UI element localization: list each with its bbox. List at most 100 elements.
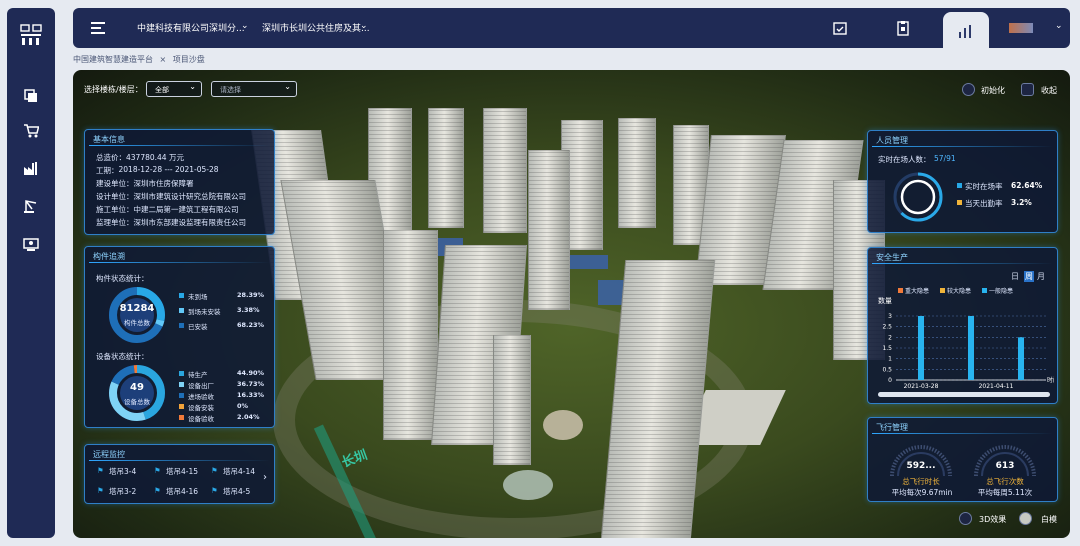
clipboard-icon[interactable] bbox=[895, 20, 911, 36]
crane-item[interactable]: 塔吊4-14 bbox=[223, 466, 255, 477]
x-axis-label: 时间 bbox=[1047, 376, 1054, 384]
building-select[interactable]: 全部 ⌄ bbox=[146, 81, 202, 97]
x-tick-label: 2021-03-28 bbox=[904, 383, 939, 390]
flight-count-avg: 平均每周5.11次 bbox=[977, 488, 1033, 497]
y-tick-label: 3 bbox=[888, 313, 892, 320]
y-tick-label: 1.5 bbox=[882, 345, 892, 352]
flight-count-value: 613 bbox=[995, 461, 1015, 471]
tower[interactable] bbox=[483, 108, 527, 233]
legend-name: 当天出勤率 bbox=[965, 199, 1003, 208]
tab-dashboard[interactable] bbox=[943, 12, 989, 50]
avatar[interactable] bbox=[1009, 23, 1033, 33]
divider bbox=[872, 433, 1053, 434]
collapse-icon[interactable] bbox=[1021, 83, 1034, 96]
remote-monitor-panel: 远程监控 ⚑ 塔吊3-4 ⚑ 塔吊4-15 ⚑ 塔吊4-14 ⚑ 塔吊3-2 ⚑ 塔吊4-16 ⚑ 塔… bbox=[84, 444, 275, 504]
crane-icon[interactable] bbox=[23, 198, 39, 214]
flag-icon: ⚑ bbox=[211, 486, 218, 495]
y-axis-label: 数量 bbox=[878, 296, 892, 305]
pond bbox=[503, 470, 553, 500]
bar[interactable] bbox=[968, 316, 974, 380]
chart-scrollbar[interactable] bbox=[878, 392, 1050, 397]
flag-icon: ⚑ bbox=[154, 466, 161, 475]
flag-icon: ⚑ bbox=[154, 486, 161, 495]
breadcrumb-close-icon[interactable]: × bbox=[160, 55, 167, 64]
tab-period[interactable]: 月 bbox=[1037, 271, 1045, 282]
next-arrow-icon[interactable]: › bbox=[263, 472, 267, 483]
project-sandbox-scene[interactable]: 长圳 选择楼栋/楼层： 全部 ⌄ 请选择 ⌄ 初始化 收起 3D效果 白模 基本… bbox=[73, 70, 1070, 538]
tower[interactable] bbox=[493, 335, 531, 465]
bar[interactable] bbox=[918, 316, 924, 380]
crane-item[interactable]: 塔吊4-5 bbox=[223, 486, 250, 497]
equipment-total-label: 设备总数 bbox=[124, 398, 150, 406]
legend-swatch bbox=[179, 415, 184, 420]
personnel-panel: 人员管理 实时在场人数： 57/91 实时在场率 62.64% 当天出勤率 3.2% bbox=[867, 130, 1058, 233]
info-key: 工期： bbox=[96, 166, 119, 175]
legend-name: 实时在场率 bbox=[965, 182, 1003, 191]
project-select[interactable]: 深圳市长圳公共住房及其... bbox=[262, 21, 370, 34]
tower[interactable] bbox=[428, 108, 464, 228]
floor-select[interactable]: 请选择 ⌄ bbox=[211, 81, 297, 97]
white-model-icon[interactable] bbox=[1019, 512, 1032, 525]
cart-icon[interactable] bbox=[23, 123, 39, 139]
crane-item[interactable]: 塔吊4-15 bbox=[166, 466, 198, 477]
onsite-label: 实时在场人数： bbox=[878, 155, 931, 164]
tab-period[interactable]: 周 bbox=[1024, 271, 1034, 282]
user-chevron-icon[interactable]: ⌄ bbox=[1055, 21, 1063, 31]
divider bbox=[89, 145, 270, 146]
project-chevron-icon[interactable]: ⌄ bbox=[360, 21, 368, 31]
legend-name: 已安装 bbox=[188, 323, 208, 331]
panel-title: 远程监控 bbox=[93, 450, 125, 459]
breadcrumb-current[interactable]: 项目沙盘 bbox=[173, 55, 205, 64]
init-button[interactable]: 初始化 bbox=[981, 85, 1005, 96]
company-select[interactable]: 中建科技有限公司深圳分... bbox=[137, 21, 245, 34]
flag-icon: ⚑ bbox=[97, 466, 104, 475]
info-key: 建设单位： bbox=[96, 179, 134, 188]
legend-swatch bbox=[179, 404, 184, 409]
info-value: 中建二局第一建筑工程有限公司 bbox=[133, 205, 239, 214]
component-total-label: 构件总数 bbox=[124, 319, 150, 327]
copy-icon[interactable] bbox=[23, 88, 39, 104]
chevron-down-icon: ⌄ bbox=[189, 82, 196, 91]
3d-effect-icon[interactable] bbox=[959, 512, 972, 525]
legend-pct: 28.39% bbox=[237, 291, 265, 299]
y-tick-label: 0 bbox=[888, 377, 892, 384]
info-value: 深圳市住房保障署 bbox=[133, 179, 194, 188]
floor-select-placeholder: 请选择 bbox=[220, 86, 241, 94]
white-model-button[interactable]: 白模 bbox=[1041, 514, 1057, 525]
collapse-button[interactable]: 收起 bbox=[1041, 85, 1057, 96]
info-value: 2018-12-28 --- 2021-05-28 bbox=[118, 165, 219, 174]
monitor-person-icon[interactable] bbox=[23, 236, 39, 252]
divider bbox=[872, 146, 1053, 147]
bar[interactable] bbox=[1018, 337, 1024, 380]
factory-icon[interactable] bbox=[23, 160, 39, 176]
breadcrumb: 中国建筑智慧建造平台 × 项目沙盘 bbox=[73, 54, 205, 65]
crane-item[interactable]: 塔吊3-4 bbox=[109, 466, 136, 477]
info-key: 总造价： bbox=[96, 153, 126, 162]
tab-period[interactable]: 日 bbox=[1011, 271, 1019, 282]
plaza bbox=[543, 410, 583, 440]
legend-swatch bbox=[179, 308, 184, 313]
y-tick-label: 2.5 bbox=[882, 324, 892, 331]
legend-swatch bbox=[179, 323, 184, 328]
crane-item[interactable]: 塔吊4-16 bbox=[166, 486, 198, 497]
init-icon[interactable] bbox=[962, 83, 975, 96]
chart-icon bbox=[959, 25, 971, 38]
legend-swatch bbox=[179, 393, 184, 398]
flight-count-gauge bbox=[974, 445, 1036, 477]
crane-item[interactable]: 塔吊3-2 bbox=[109, 486, 136, 497]
tower[interactable] bbox=[618, 118, 656, 228]
chevron-down-icon: ⌄ bbox=[284, 82, 291, 91]
info-key: 监理单位： bbox=[96, 218, 134, 227]
legend-pct: 3.38% bbox=[237, 306, 260, 314]
y-tick-label: 2 bbox=[888, 334, 892, 341]
tower[interactable] bbox=[528, 150, 570, 310]
company-chevron-icon[interactable]: ⌄ bbox=[241, 21, 249, 31]
menu-toggle-icon[interactable] bbox=[91, 22, 105, 34]
3d-effect-button[interactable]: 3D效果 bbox=[979, 514, 1006, 525]
panel-title: 安全生产 bbox=[876, 253, 908, 262]
y-tick-label: 0.5 bbox=[882, 366, 892, 373]
tower[interactable] bbox=[383, 230, 438, 440]
breadcrumb-root[interactable]: 中国建筑智慧建造平台 bbox=[73, 55, 153, 64]
info-key: 施工单位： bbox=[96, 205, 134, 214]
calendar-check-icon[interactable] bbox=[832, 20, 848, 36]
